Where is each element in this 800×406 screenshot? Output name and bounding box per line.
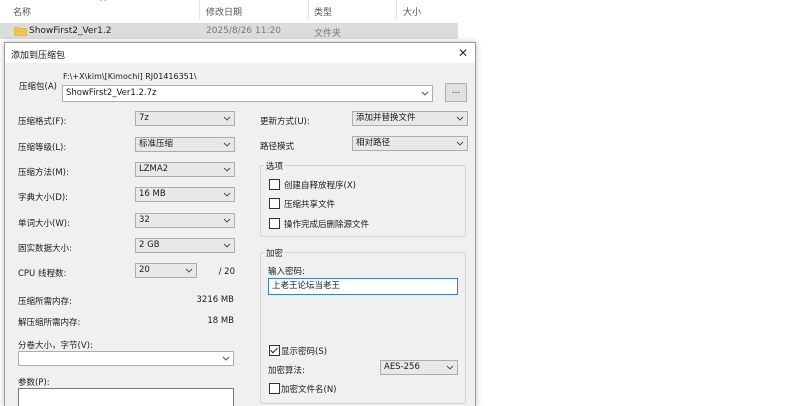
encryption-method-value: AES-256 xyxy=(384,362,420,372)
mem-compress-value: 3216 MB xyxy=(196,295,235,305)
column-divider[interactable] xyxy=(308,0,309,20)
mem-compress-label: 压缩所需内存: xyxy=(18,297,72,307)
close-button[interactable]: ✕ xyxy=(455,45,471,61)
shared-files-label[interactable]: 压缩共享文件 xyxy=(284,198,335,210)
dialog-title-bar[interactable]: 添加到压缩包 ✕ xyxy=(5,43,475,63)
update-mode-value: 添加并替换文件 xyxy=(356,113,416,123)
delete-after-label[interactable]: 操作完成后删除源文件 xyxy=(284,218,369,230)
dialog-title: 添加到压缩包 xyxy=(11,51,66,61)
word-size-select[interactable]: 32 xyxy=(135,213,235,228)
chevron-down-icon xyxy=(222,356,230,361)
params-input[interactable] xyxy=(18,388,234,406)
file-name: ShowFirst2_Ver1.2 xyxy=(29,26,112,36)
solid-size-select[interactable]: 2 GB xyxy=(135,238,235,253)
dictionary-select[interactable]: 16 MB xyxy=(135,187,235,202)
browse-button[interactable]: ... xyxy=(445,83,467,102)
options-group-title: 选项 xyxy=(264,160,286,172)
chevron-down-icon xyxy=(456,141,464,146)
file-type: 文件夹 xyxy=(314,29,342,39)
chevron-down-icon xyxy=(223,142,231,147)
format-label: 压缩格式(F): xyxy=(18,117,67,127)
mem-decompress-label: 解压缩所需内存: xyxy=(18,318,81,328)
format-select[interactable]: 7z xyxy=(135,111,235,126)
archive-path: F:\+X\kim\[Kimochi] RJ01416351\ xyxy=(63,72,197,81)
dictionary-label: 字典大小(D): xyxy=(18,193,69,203)
column-date-header[interactable]: 修改日期 xyxy=(206,5,242,18)
encrypt-names-checkbox[interactable] xyxy=(269,383,280,394)
archive-name-combo[interactable]: ShowFirst2_Ver1.2.7z xyxy=(62,85,433,102)
chevron-down-icon xyxy=(223,116,231,121)
chevron-down-icon xyxy=(456,116,464,121)
password-label: 输入密码: xyxy=(268,267,305,277)
path-mode-select[interactable]: 相对路径 xyxy=(352,136,468,151)
method-value: LZMA2 xyxy=(139,164,169,174)
chevron-down-icon xyxy=(223,218,231,223)
cpu-threads-label: CPU 线程数: xyxy=(18,269,67,279)
column-type-header[interactable]: 类型 xyxy=(314,5,332,18)
path-mode-value: 相对路径 xyxy=(356,138,391,148)
explorer-column-header: 名称 修改日期 类型 大小 xyxy=(0,0,460,20)
encryption-method-label: 加密算法: xyxy=(268,366,305,376)
encrypt-names-label[interactable]: 加密文件名(N) xyxy=(281,383,337,395)
show-password-checkbox[interactable] xyxy=(269,345,280,356)
file-row-selected[interactable]: ShowFirst2_Ver1.2 2025/8/26 11:20 文件夹 xyxy=(0,23,458,39)
volume-label: 分卷大小，字节(V): xyxy=(18,341,93,351)
chevron-down-icon xyxy=(223,243,231,248)
word-size-label: 单词大小(W): xyxy=(18,219,70,229)
add-to-archive-dialog: 添加到压缩包 ✕ 压缩包(A) F:\+X\kim\[Kimochi] RJ01… xyxy=(4,42,476,406)
show-password-label[interactable]: 显示密码(S) xyxy=(281,345,327,357)
update-mode-select[interactable]: 添加并替换文件 xyxy=(352,111,468,126)
level-value: 标准压缩 xyxy=(139,139,174,149)
password-input[interactable]: 上老王论坛当老王 xyxy=(268,278,458,295)
column-size-header[interactable]: 大小 xyxy=(403,5,421,18)
sort-chevron-icon[interactable] xyxy=(100,0,106,3)
column-name-header[interactable]: 名称 xyxy=(13,5,31,18)
method-label: 压缩方法(M): xyxy=(18,168,69,178)
solid-size-label: 固实数据大小: xyxy=(18,244,72,254)
archive-label: 压缩包(A) xyxy=(19,82,57,92)
params-label: 参数(P): xyxy=(18,378,50,388)
cpu-threads-value: 20 xyxy=(139,265,150,275)
mem-decompress-value: 18 MB xyxy=(207,316,234,326)
dictionary-value: 16 MB xyxy=(139,189,166,199)
chevron-down-icon xyxy=(446,365,454,370)
chevron-down-icon xyxy=(223,192,231,197)
encryption-group-title: 加密 xyxy=(264,247,286,259)
file-date: 2025/8/26 11:20 xyxy=(206,26,281,36)
delete-after-checkbox[interactable] xyxy=(269,218,280,229)
update-mode-label: 更新方式(U): xyxy=(260,117,310,127)
solid-size-value: 2 GB xyxy=(139,240,160,250)
column-divider[interactable] xyxy=(396,0,397,20)
sfx-checkbox[interactable] xyxy=(269,179,280,190)
archive-name-value: ShowFirst2_Ver1.2.7z xyxy=(66,88,157,98)
format-value: 7z xyxy=(139,113,149,123)
level-select[interactable]: 标准压缩 xyxy=(135,137,235,152)
column-divider[interactable] xyxy=(199,0,200,20)
level-label: 压缩等级(L): xyxy=(18,143,67,153)
encryption-method-select[interactable]: AES-256 xyxy=(380,360,458,375)
shared-files-checkbox[interactable] xyxy=(269,198,280,209)
chevron-down-icon xyxy=(421,91,429,96)
word-size-value: 32 xyxy=(139,215,150,225)
chevron-down-icon xyxy=(223,167,231,172)
method-select[interactable]: LZMA2 xyxy=(135,162,235,177)
volume-size-combo[interactable] xyxy=(18,351,234,366)
folder-icon xyxy=(14,27,27,36)
cpu-threads-total: / 20 xyxy=(218,267,235,277)
sfx-label[interactable]: 创建自释放程序(X) xyxy=(284,179,356,191)
path-mode-label: 路径模式 xyxy=(260,142,295,152)
